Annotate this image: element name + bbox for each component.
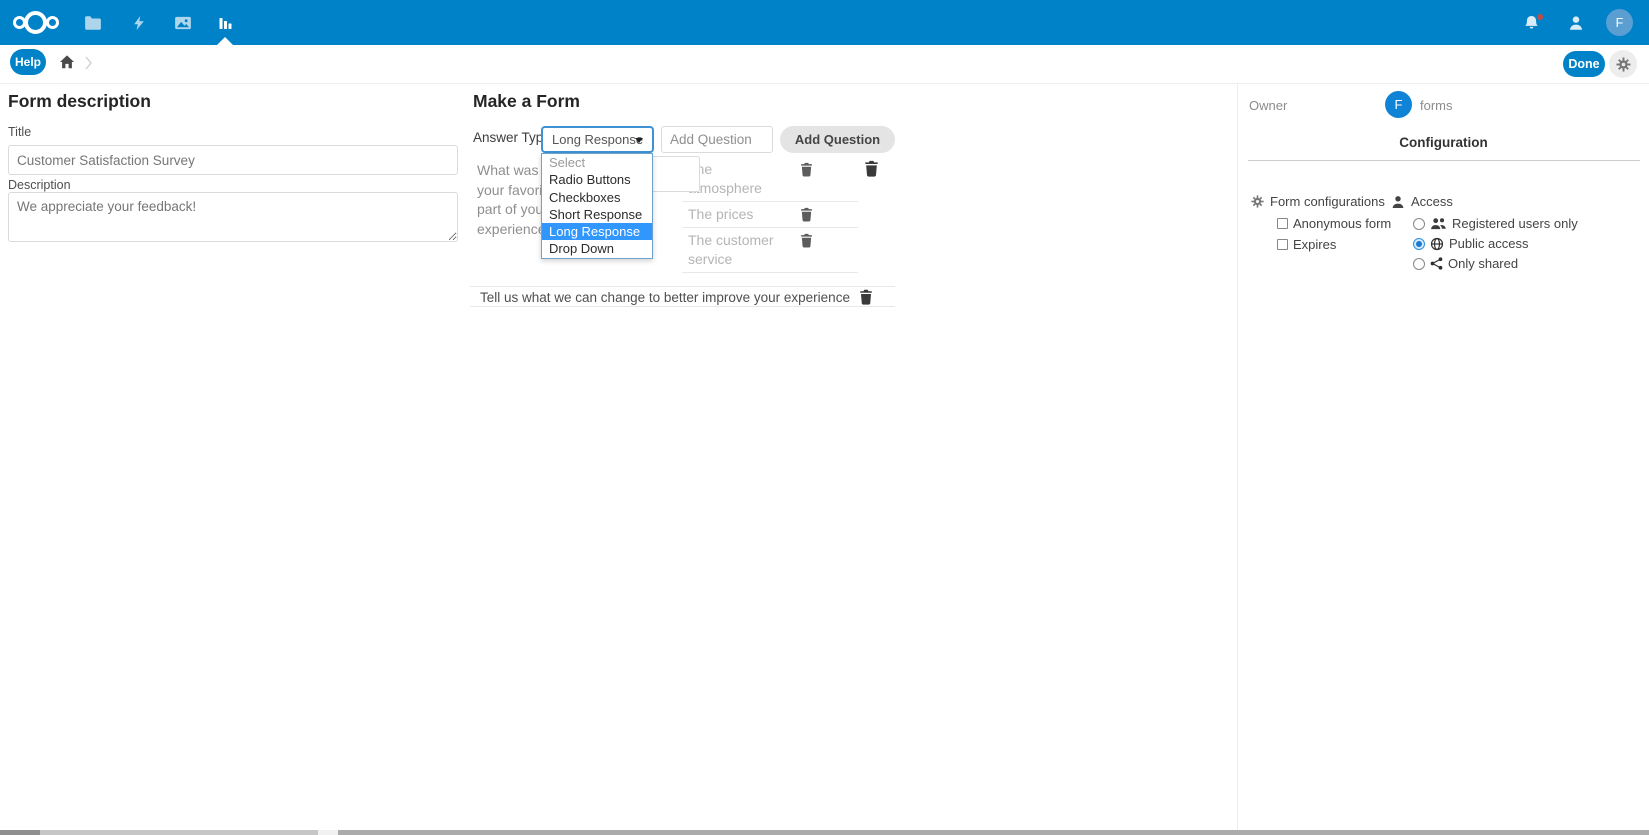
- title-label: Title: [8, 125, 31, 139]
- answer-type-selected-value: Long Response: [543, 132, 643, 147]
- folder-icon: [84, 14, 102, 32]
- add-question-button[interactable]: Add Question: [780, 126, 895, 153]
- public-access-label: Public access: [1449, 236, 1528, 251]
- person-icon: [1391, 195, 1405, 209]
- add-question-input[interactable]: [661, 126, 773, 153]
- form-description-heading: Form description: [8, 91, 151, 112]
- home-icon: [59, 54, 77, 70]
- nextcloud-logo[interactable]: [13, 9, 59, 36]
- forms-app-window: F Help Done Form description Title Descr…: [0, 0, 1649, 835]
- delete-question-button[interactable]: [859, 289, 873, 305]
- delete-question-button[interactable]: [864, 160, 879, 177]
- contacts-icon: [1567, 14, 1585, 32]
- form-configurations-label: Form configurations: [1270, 194, 1385, 209]
- chevron-right-icon: [80, 53, 96, 73]
- form-description-textarea[interactable]: We appreciate your feedback!: [8, 192, 458, 242]
- only-shared-label: Only shared: [1448, 256, 1518, 271]
- chevron-down-icon: [635, 138, 643, 143]
- owner-name: forms: [1420, 98, 1453, 113]
- divider: [1248, 160, 1640, 161]
- delete-option-button[interactable]: [800, 233, 813, 248]
- expires-option[interactable]: Expires: [1277, 237, 1336, 252]
- notification-dot: [1537, 14, 1543, 20]
- option-text[interactable]: The atmosphere: [688, 160, 776, 198]
- gear-icon: [1616, 57, 1631, 72]
- anonymous-form-label: Anonymous form: [1293, 216, 1391, 231]
- breadcrumb-home[interactable]: [59, 54, 77, 72]
- expires-label: Expires: [1293, 237, 1336, 252]
- public-access-radio[interactable]: [1413, 238, 1425, 250]
- dropdown-option-long-response[interactable]: Long Response: [542, 223, 652, 240]
- expires-checkbox[interactable]: [1277, 239, 1288, 250]
- gear-icon: [1251, 195, 1264, 208]
- breadcrumb-toolbar: Help Done: [0, 45, 1649, 84]
- access-registered-users-option[interactable]: Registered users only: [1413, 216, 1578, 231]
- logo-ring-center: [24, 11, 47, 34]
- dropdown-option-radio-buttons[interactable]: Radio Buttons: [542, 171, 652, 188]
- question-options-list: The atmosphere The prices The customer s…: [682, 157, 858, 273]
- dropdown-option-drop-down[interactable]: Drop Down: [542, 240, 652, 257]
- app-activity[interactable]: [127, 11, 151, 35]
- registered-users-label: Registered users only: [1452, 216, 1578, 231]
- question-row: Tell us what we can change to better imp…: [470, 286, 895, 307]
- settings-button[interactable]: [1609, 50, 1637, 78]
- horizontal-scrollbar-track[interactable]: [318, 830, 338, 835]
- option-text[interactable]: The prices: [688, 205, 776, 224]
- description-label: Description: [8, 178, 71, 192]
- done-button[interactable]: Done: [1563, 51, 1605, 77]
- access-public-option[interactable]: Public access: [1413, 236, 1528, 251]
- question-title[interactable]: Tell us what we can change to better imp…: [480, 290, 850, 305]
- app-gallery[interactable]: [171, 11, 195, 35]
- horizontal-scrollbar-track[interactable]: [40, 830, 318, 835]
- help-button[interactable]: Help: [10, 49, 46, 75]
- option-text[interactable]: The customer service: [688, 231, 776, 269]
- active-app-indicator: [217, 37, 233, 45]
- registered-users-radio[interactable]: [1413, 218, 1425, 230]
- logo-ring-right: [46, 16, 59, 29]
- form-configurations-header: Form configurations: [1251, 194, 1385, 209]
- make-a-form-heading: Make a Form: [473, 91, 580, 112]
- option-row: The customer service: [682, 228, 858, 273]
- owner-label: Owner: [1249, 98, 1287, 113]
- only-shared-radio[interactable]: [1413, 258, 1425, 270]
- owner-avatar: F: [1385, 91, 1412, 118]
- group-icon: [1430, 217, 1447, 230]
- app-forms[interactable]: [213, 11, 237, 35]
- option-row: The atmosphere: [682, 157, 858, 202]
- globe-icon: [1430, 237, 1444, 251]
- contacts-button[interactable]: [1564, 11, 1588, 35]
- bar-chart-icon: [217, 15, 233, 32]
- lightning-icon: [131, 14, 147, 32]
- configuration-sidebar: Owner F forms Configuration Form configu…: [1237, 84, 1649, 835]
- share-icon: [1430, 257, 1443, 270]
- user-avatar[interactable]: F: [1606, 9, 1633, 36]
- answer-type-select[interactable]: Long Response: [541, 126, 654, 153]
- configuration-heading: Configuration: [1238, 135, 1649, 150]
- anonymous-form-option[interactable]: Anonymous form: [1277, 216, 1391, 231]
- dropdown-option-checkboxes[interactable]: Checkboxes: [542, 189, 652, 206]
- app-files[interactable]: [81, 11, 105, 35]
- access-only-shared-option[interactable]: Only shared: [1413, 256, 1518, 271]
- answer-type-dropdown-list: Select Radio Buttons Checkboxes Short Re…: [541, 153, 653, 259]
- top-header-bar: F: [0, 0, 1649, 45]
- dropdown-option-short-response[interactable]: Short Response: [542, 206, 652, 223]
- delete-option-button[interactable]: [800, 207, 813, 222]
- horizontal-scrollbar-thumb[interactable]: [0, 830, 40, 835]
- notifications-button[interactable]: [1519, 11, 1543, 35]
- access-label: Access: [1411, 194, 1453, 209]
- dropdown-option-select[interactable]: Select: [542, 154, 652, 171]
- delete-option-button[interactable]: [800, 162, 813, 177]
- bell-icon: [1523, 14, 1540, 32]
- anonymous-form-checkbox[interactable]: [1277, 218, 1288, 229]
- form-title-input[interactable]: [8, 145, 458, 175]
- image-icon: [174, 14, 192, 32]
- option-row: The prices: [682, 202, 858, 228]
- horizontal-scrollbar-thumb[interactable]: [338, 830, 1649, 835]
- access-header: Access: [1391, 194, 1453, 209]
